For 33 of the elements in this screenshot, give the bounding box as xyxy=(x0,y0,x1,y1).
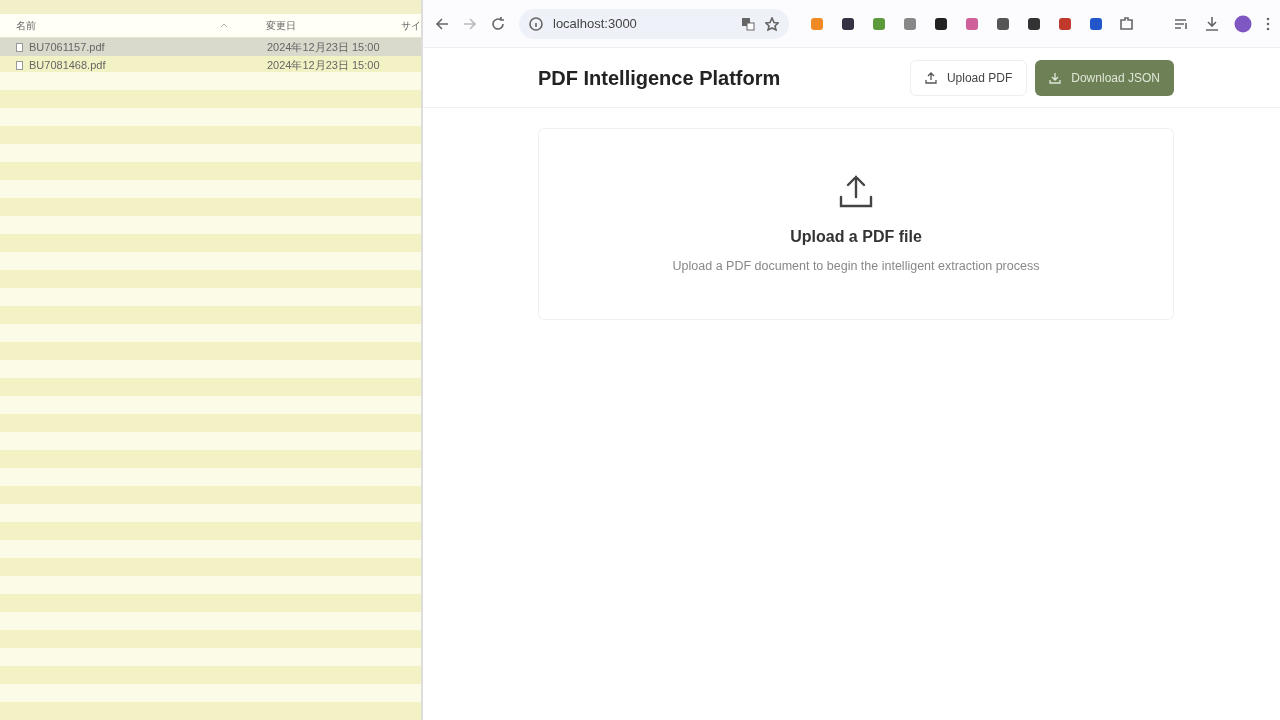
file-name: BU7061157.pdf xyxy=(29,39,105,55)
address-bar[interactable]: localhost:3000 xyxy=(519,8,789,39)
app-title: PDF Intelligence Platform xyxy=(538,65,781,90)
translate-icon[interactable] xyxy=(741,16,755,31)
download-icon xyxy=(1049,71,1062,84)
modified-date: 2024年12月23日 15:00 xyxy=(267,40,380,53)
upload-button[interactable]: Upload PDF xyxy=(909,59,1028,96)
back-arrow-icon[interactable] xyxy=(435,16,449,31)
download-button[interactable]: Download JSON xyxy=(1035,59,1174,96)
extension-icon[interactable] xyxy=(1088,15,1104,32)
extension-icon[interactable] xyxy=(1026,15,1042,32)
file-row[interactable]: BU7081468.pdf 2024年12月23日 15:00 xyxy=(0,56,421,74)
dropzone-card[interactable]: Upload a PDF file Upload a PDF document to begin the intelligent extraction process xyxy=(538,128,1174,320)
column-header[interactable]: 名前 xyxy=(0,18,237,33)
column-header[interactable]: サイ xyxy=(401,18,421,33)
more-icon[interactable] xyxy=(1266,16,1270,31)
extension-icon[interactable] xyxy=(933,15,949,32)
file-name: BU7081468.pdf xyxy=(29,57,106,73)
download-icon[interactable] xyxy=(1204,15,1220,32)
reload-icon[interactable] xyxy=(491,16,505,31)
avatar-icon[interactable] xyxy=(1234,14,1252,33)
dropzone-title: Upload a PDF file xyxy=(790,226,922,247)
extension-icon[interactable] xyxy=(840,15,856,32)
url-text: localhost:3000 xyxy=(553,14,638,33)
upload-icon xyxy=(924,71,937,84)
extension-icon[interactable] xyxy=(995,15,1011,32)
sort-chevron-icon xyxy=(220,23,229,28)
star-icon[interactable] xyxy=(765,16,779,31)
modified-date: 2024年12月23日 15:00 xyxy=(267,58,380,71)
info-icon xyxy=(529,16,543,31)
column-header[interactable]: 変更日 xyxy=(236,18,401,33)
dropzone-subtitle: Upload a PDF document to begin the intelligent extraction process xyxy=(672,257,1040,275)
file-row[interactable]: BU7061157.pdf 2024年12月23日 15:00 xyxy=(0,38,421,56)
